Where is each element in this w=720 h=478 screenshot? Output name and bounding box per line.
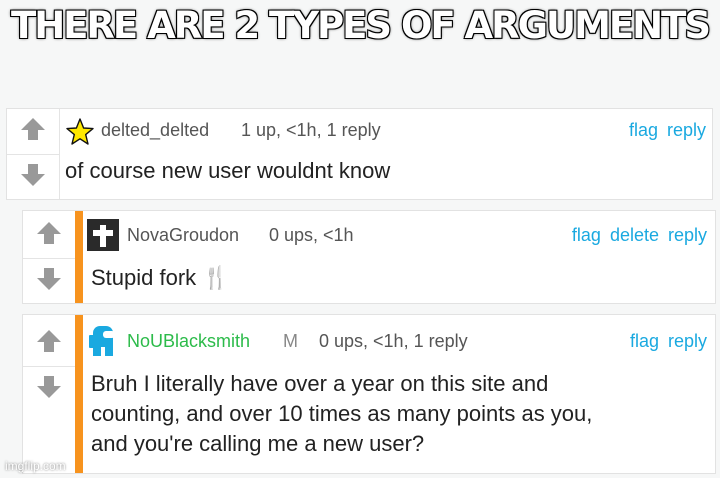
up-arrow-icon (37, 330, 61, 352)
up-arrow-icon (37, 222, 61, 244)
down-arrow-icon (21, 164, 45, 186)
downvote-button[interactable] (7, 154, 59, 195)
reply-link[interactable]: reply (668, 225, 707, 246)
comment-meta: 1 up, <1h, 1 reply (241, 120, 381, 140)
comment-card: NoUBlacksmith M 0 ups, <1h, 1 reply flag… (22, 314, 716, 474)
downvote-button[interactable] (23, 366, 75, 407)
reply-accent-bar (75, 211, 83, 303)
upvote-button[interactable] (23, 321, 75, 361)
vote-column (23, 211, 76, 303)
upvote-button[interactable] (7, 109, 59, 149)
flag-link[interactable]: flag (630, 331, 659, 352)
reply-accent-bar (75, 315, 83, 473)
username[interactable]: delted_delted (101, 120, 209, 141)
comment-actions: flag reply (629, 120, 706, 141)
comment-card: delted_delted 1 up, <1h, 1 reply flag re… (6, 108, 713, 200)
comment-card: NovaGroudon 0 ups, <1h flag delete reply… (22, 210, 716, 304)
comment-meta: 0 ups, <1h, 1 reply (319, 331, 468, 351)
reply-link[interactable]: reply (668, 331, 707, 352)
comment-body: of course new user wouldnt know (65, 158, 391, 183)
comment-body: Stupid fork 🍴 (91, 265, 230, 290)
cross-avatar-icon (87, 219, 119, 251)
vote-column (7, 109, 60, 199)
comment-meta: 0 ups, <1h (269, 225, 354, 245)
upvote-button[interactable] (23, 213, 75, 253)
username[interactable]: NovaGroudon (127, 225, 239, 246)
star-icon (66, 118, 94, 145)
comment-body-line: counting, and over 10 times as many poin… (91, 401, 593, 426)
comment-body: Bruh I literally have over a year on thi… (91, 369, 592, 459)
delete-link[interactable]: delete (610, 225, 659, 246)
vote-column (23, 315, 76, 473)
reply-link[interactable]: reply (667, 120, 706, 141)
crewmate-avatar-icon (89, 326, 115, 356)
flag-link[interactable]: flag (572, 225, 601, 246)
down-arrow-icon (37, 376, 61, 398)
comment-actions: flag reply (630, 331, 707, 352)
comment-body-line: and you're calling me a new user? (91, 431, 425, 456)
username[interactable]: NoUBlacksmith (127, 331, 250, 352)
meme-title: THERE ARE 2 TYPES OF ARGUMENTS (10, 3, 712, 48)
comment-body-line: Bruh I literally have over a year on thi… (91, 371, 549, 396)
downvote-button[interactable] (23, 258, 75, 299)
flag-link[interactable]: flag (629, 120, 658, 141)
down-arrow-icon (37, 268, 61, 290)
mod-badge: M (283, 331, 298, 351)
up-arrow-icon (21, 118, 45, 140)
comment-actions: flag delete reply (572, 225, 707, 246)
watermark: imgflip.com (5, 459, 66, 473)
